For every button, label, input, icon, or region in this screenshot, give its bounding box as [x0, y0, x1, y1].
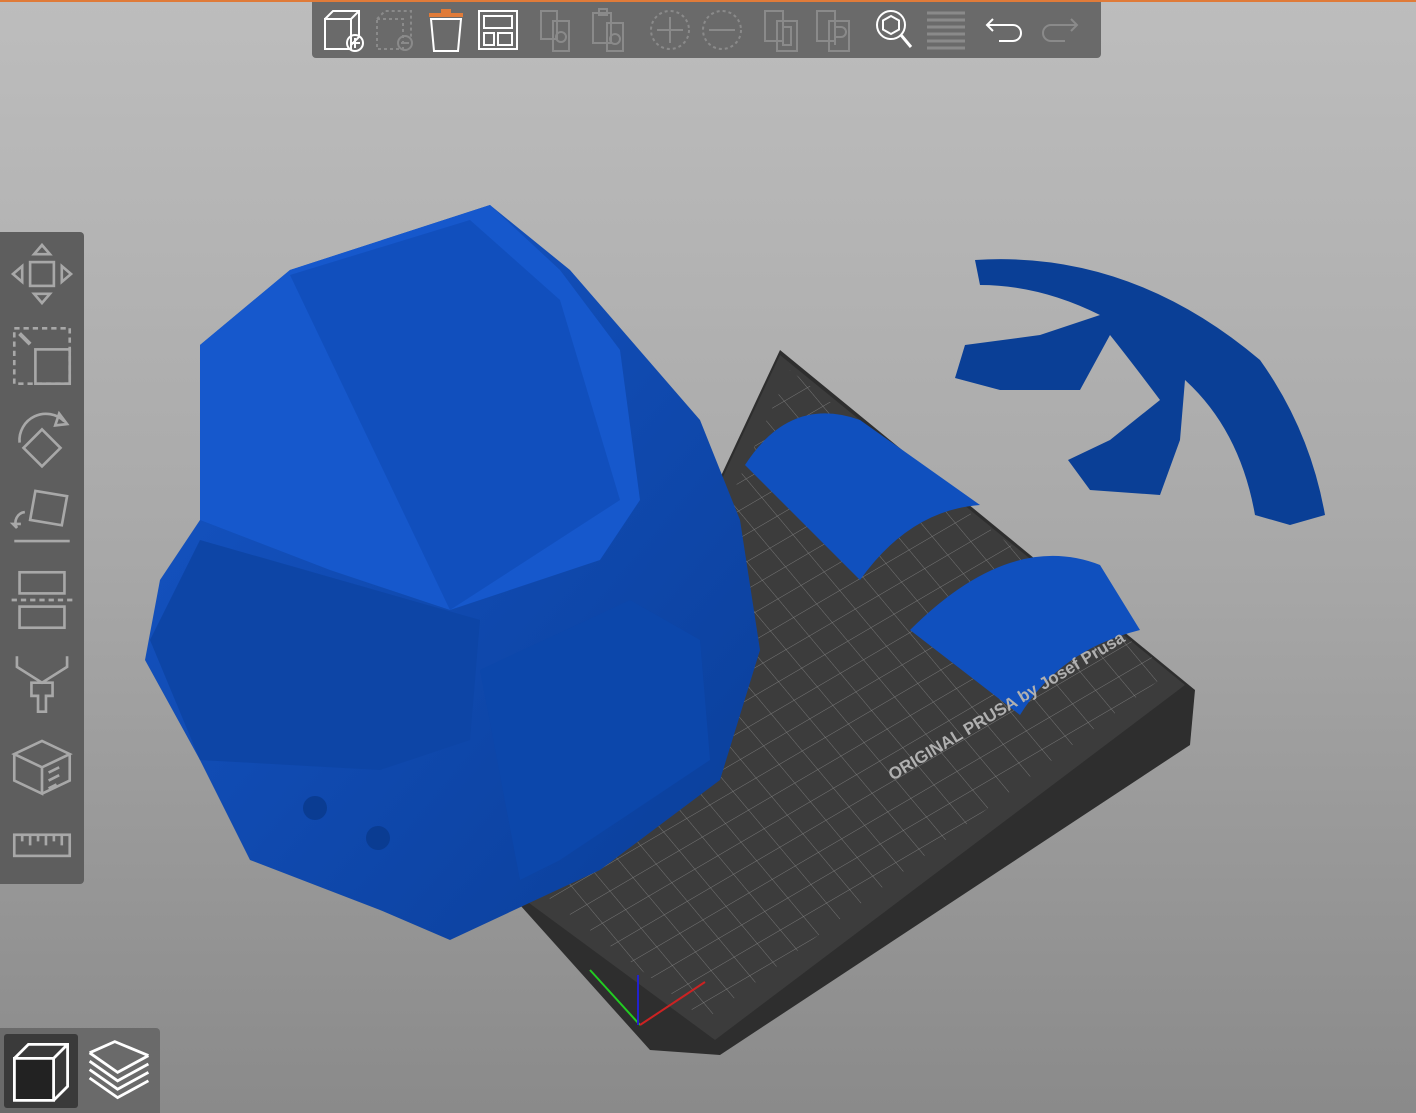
preview-layers-icon [88, 1039, 150, 1099]
paint-supports-tool[interactable] [0, 644, 84, 724]
3d-view-icon [13, 1042, 69, 1102]
copy-button[interactable] [532, 4, 584, 56]
delete-all-icon [429, 9, 463, 52]
add-object-button[interactable] [316, 4, 368, 56]
split-objects-icon [764, 10, 798, 52]
split-parts-icon [816, 10, 850, 52]
copy-icon [540, 10, 570, 52]
model-strap[interactable] [955, 259, 1325, 525]
add-instance-button[interactable] [644, 4, 696, 56]
add-instance-icon [650, 10, 690, 50]
preview-layers-button[interactable] [82, 1034, 156, 1108]
move-tool[interactable] [0, 232, 84, 316]
search-icon [876, 10, 913, 48]
paint-supports-icon [15, 656, 69, 714]
redo-button[interactable] [1032, 4, 1084, 56]
sla-hollow-icon [11, 739, 73, 796]
delete-all-button[interactable] [420, 4, 472, 56]
3d-view-button[interactable] [4, 1033, 78, 1108]
measure-icon [12, 833, 72, 858]
top-toolbar [312, 2, 1101, 58]
scale-tool[interactable] [0, 316, 84, 396]
split-objects-button[interactable] [756, 4, 808, 56]
cut-icon [11, 570, 73, 630]
rotate-icon [18, 410, 70, 469]
move-icon [10, 242, 74, 306]
place-on-face-tool[interactable] [0, 476, 84, 556]
rotate-tool[interactable] [0, 396, 84, 476]
place-on-face-icon [9, 489, 70, 543]
scale-icon [12, 326, 72, 386]
delete-object-icon [376, 10, 413, 51]
split-parts-button[interactable] [808, 4, 860, 56]
sla-hollow-tool[interactable] [0, 724, 84, 808]
3d-viewport[interactable] [0, 0, 1416, 1113]
gizmo-toolbar [0, 232, 84, 884]
remove-instance-icon [702, 10, 742, 50]
redo-icon [1042, 18, 1079, 42]
undo-button[interactable] [980, 4, 1032, 56]
paste-button[interactable] [584, 4, 636, 56]
paste-icon [592, 8, 624, 52]
layers-editing-icon [927, 11, 965, 50]
arrange-icon [478, 10, 518, 50]
view-toggle [0, 1028, 160, 1113]
undo-icon [985, 18, 1022, 42]
cut-tool[interactable] [0, 556, 84, 644]
delete-object-button[interactable] [368, 4, 420, 56]
add-object-icon [324, 10, 364, 52]
layers-editing-button[interactable] [920, 4, 972, 56]
search-button[interactable] [868, 4, 920, 56]
arrange-button[interactable] [472, 4, 524, 56]
measure-tool[interactable] [0, 808, 84, 880]
remove-instance-button[interactable] [696, 4, 748, 56]
